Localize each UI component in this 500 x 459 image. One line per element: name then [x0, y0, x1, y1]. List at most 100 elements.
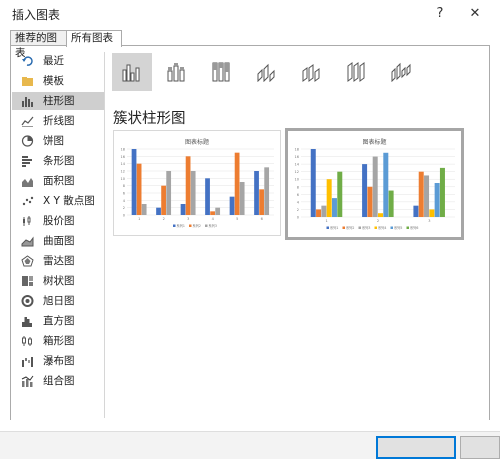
subtype-3d-column[interactable] [382, 53, 422, 91]
ok-button[interactable] [376, 436, 456, 459]
bar [215, 207, 221, 215]
close-button[interactable]: ✕ [464, 4, 486, 24]
legend-swatch [189, 224, 192, 227]
sidebar-item-radar-chart[interactable]: 雷达图 [12, 252, 104, 270]
y-tick-label: 14 [295, 163, 300, 167]
y-tick-label: 6 [123, 192, 125, 196]
y-tick-label: 6 [297, 193, 299, 197]
preview-1-chart: 0246810121416181 2 3 4 5 6系列1 系列2 系列3 [121, 148, 274, 228]
sidebar-item-label: 柱形图 [43, 95, 75, 107]
sidebar-item-label: 雷达图 [43, 255, 75, 267]
bar [424, 175, 430, 217]
y-tick-label: 12 [295, 170, 299, 174]
folder-icon [21, 75, 34, 87]
y-tick-label: 16 [295, 155, 299, 159]
chart-preview-1[interactable]: 图表标题 0 2 4 6 8 10 12 14 16 18 1 2 3 4 5 6 系列1 系列2 系列3 [113, 130, 281, 236]
sidebar-item-pie-chart[interactable]: 饼图 [12, 132, 104, 150]
subtype-3d-stacked-column[interactable] [292, 53, 332, 91]
y-tick-label: 2 [123, 206, 125, 210]
sidebar-item-waterfall-chart[interactable]: 瀑布图 [12, 352, 104, 370]
title-bar: 插入图表 ? ✕ [0, 0, 500, 28]
x-tick-label: 3 [187, 217, 189, 221]
line-chart-icon [21, 115, 34, 127]
bar [136, 163, 142, 215]
sidebar-item-treemap-chart[interactable]: 树状图 [12, 272, 104, 290]
legend-swatch [326, 226, 329, 229]
legend-label: 系列2 [346, 225, 354, 230]
area-chart-icon [21, 175, 34, 187]
subtype-title: 簇状柱形图 [113, 111, 186, 127]
sidebar-item-label: 饼图 [43, 135, 64, 147]
legend-swatch [406, 226, 409, 229]
x-tick-label: 6 [261, 217, 263, 221]
tab-all-charts[interactable]: 所有图表 [66, 30, 122, 47]
bar [185, 156, 191, 215]
cancel-button[interactable] [460, 436, 500, 459]
sidebar-item-folder[interactable]: 模板 [12, 72, 104, 90]
bar [439, 167, 445, 217]
chart-preview-2[interactable]: 图表标题 0 2 4 6 8 10 12 14 16 18 1 2 3 系列1 系列2 系列3 系列4 系列5 系列… [285, 128, 464, 240]
sidebar-item-label: 条形图 [43, 155, 75, 167]
bar [310, 149, 316, 217]
y-tick-label: 4 [123, 199, 126, 203]
chart-type-list: 最近模板柱形图折线图饼图条形图面积图 X Y 散点图股价图曲面图雷达图树状图旭日图… [12, 52, 104, 392]
bar [388, 190, 394, 217]
legend-swatch [173, 224, 176, 227]
y-tick-label: 8 [297, 185, 299, 189]
treemap-chart-icon [21, 275, 34, 287]
subtype-stacked-column[interactable] [157, 53, 197, 91]
legend-label: 系列2 [193, 223, 201, 228]
bar [372, 156, 378, 217]
sidebar-item-histogram-chart[interactable]: 直方图 [12, 312, 104, 330]
bar [131, 149, 137, 215]
bar [210, 211, 215, 215]
x-tick-label: 2 [163, 217, 165, 221]
sidebar-item-label: 箱形图 [43, 335, 75, 347]
sidebar-item-area-chart[interactable]: 面积图 [12, 172, 104, 190]
sidebar-item-label: X Y 散点图 [43, 195, 95, 207]
bar-chart-icon [21, 155, 34, 167]
y-tick-label: 14 [121, 162, 126, 166]
legend-swatch [342, 226, 345, 229]
x-tick-label: 2 [377, 219, 379, 223]
sidebar-item-label: 折线图 [43, 115, 75, 127]
x-tick-label: 3 [428, 219, 430, 223]
sidebar-item-label: 旭日图 [43, 295, 75, 307]
x-tick-label: 5 [236, 217, 238, 221]
sidebar-item-line-chart[interactable]: 折线图 [12, 112, 104, 130]
preview-2-chart: 0246810121416181 2 3系列1 系列2 系列3 系列4 系列5 系列6 [295, 148, 455, 230]
subtype-3d-percent-stacked-column[interactable] [337, 53, 377, 91]
bar [190, 171, 196, 215]
subtype-3d-clustered-column[interactable] [247, 53, 287, 91]
sidebar-item-scatter-chart[interactable]: X Y 散点图 [12, 192, 104, 210]
bar [413, 205, 419, 217]
sidebar-item-column-chart[interactable]: 柱形图 [12, 92, 104, 110]
bar [326, 179, 332, 217]
x-tick-label: 1 [326, 219, 328, 223]
combo-chart-icon [21, 375, 34, 387]
bar [205, 178, 210, 215]
y-tick-label: 12 [121, 170, 125, 174]
sidebar-item-recent[interactable]: 最近 [12, 52, 104, 70]
sidebar-item-surface-chart[interactable]: 曲面图 [12, 232, 104, 250]
y-tick-label: 10 [295, 178, 299, 182]
sidebar-item-bar-chart[interactable]: 条形图 [12, 152, 104, 170]
subtype-percent-stacked-column[interactable] [202, 53, 242, 91]
sidebar-item-label: 曲面图 [43, 235, 75, 247]
y-tick-label: 0 [297, 216, 299, 220]
legend-label: 系列6 [410, 225, 418, 230]
sidebar-item-combo-chart[interactable]: 组合图 [12, 372, 104, 390]
sidebar-item-sunburst-chart[interactable]: 旭日图 [12, 292, 104, 310]
legend-label: 系列3 [362, 225, 370, 230]
subtype-clustered-column[interactable] [112, 53, 152, 91]
sidebar-item-box-chart[interactable]: 箱形图 [12, 332, 104, 350]
stock-chart-icon [21, 215, 34, 227]
box-chart-icon [21, 335, 34, 347]
pie-chart-icon [21, 135, 34, 147]
tab-recommended-charts[interactable]: 推荐的图表 [10, 30, 72, 59]
legend-label: 系列3 [209, 223, 217, 228]
sunburst-chart-icon [21, 295, 34, 307]
sidebar-item-label: 组合图 [43, 375, 75, 387]
help-button[interactable]: ? [429, 4, 451, 24]
sidebar-item-stock-chart[interactable]: 股价图 [12, 212, 104, 230]
